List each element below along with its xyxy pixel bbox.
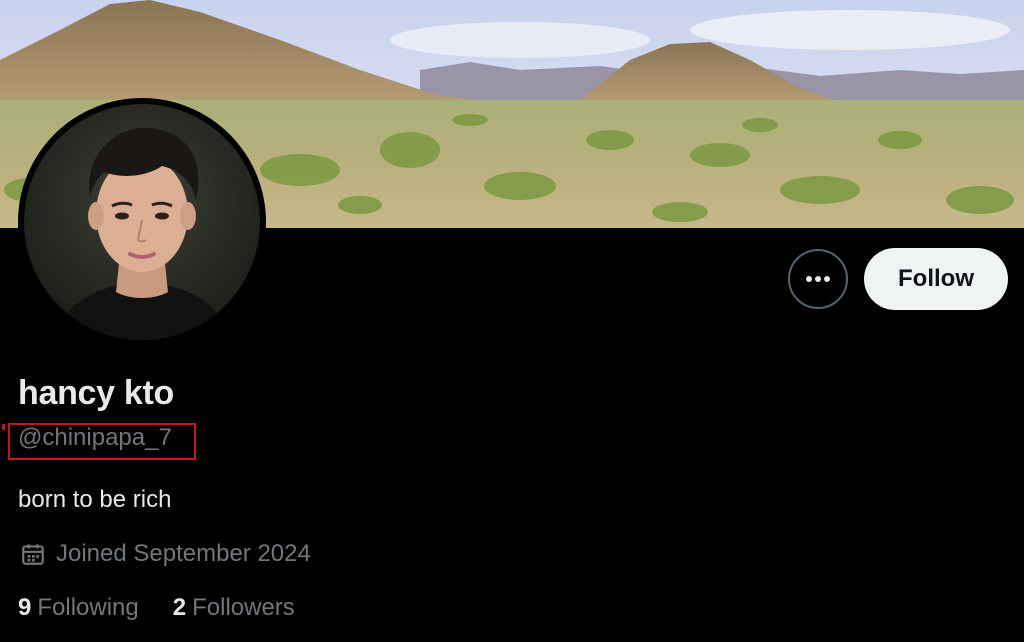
profile-display-name: hancy kto — [18, 374, 175, 412]
more-horizontal-icon — [806, 276, 830, 282]
profile-bio: born to be rich — [18, 486, 172, 513]
profile-stats: 9 Following 2 Followers — [18, 594, 329, 622]
follow-button[interactable]: Follow — [864, 248, 1008, 310]
joined-date-text: Joined September 2024 — [56, 540, 311, 567]
following-link[interactable]: 9 Following — [18, 594, 139, 622]
following-label: Following — [37, 594, 139, 621]
following-count: 9 — [18, 594, 32, 621]
followers-link[interactable]: 2 Followers — [173, 594, 295, 622]
more-options-button[interactable] — [788, 249, 848, 309]
profile-joined-date: Joined September 2024 — [20, 540, 311, 568]
handle-highlight-box — [8, 423, 196, 460]
annotation-mark — [2, 424, 5, 430]
avatar-portrait-image — [54, 127, 230, 340]
avatar[interactable] — [24, 104, 260, 340]
calendar-icon — [22, 544, 44, 565]
follow-button-label: Follow — [898, 265, 974, 292]
followers-count: 2 — [172, 594, 187, 621]
followers-label: Followers — [192, 594, 295, 621]
